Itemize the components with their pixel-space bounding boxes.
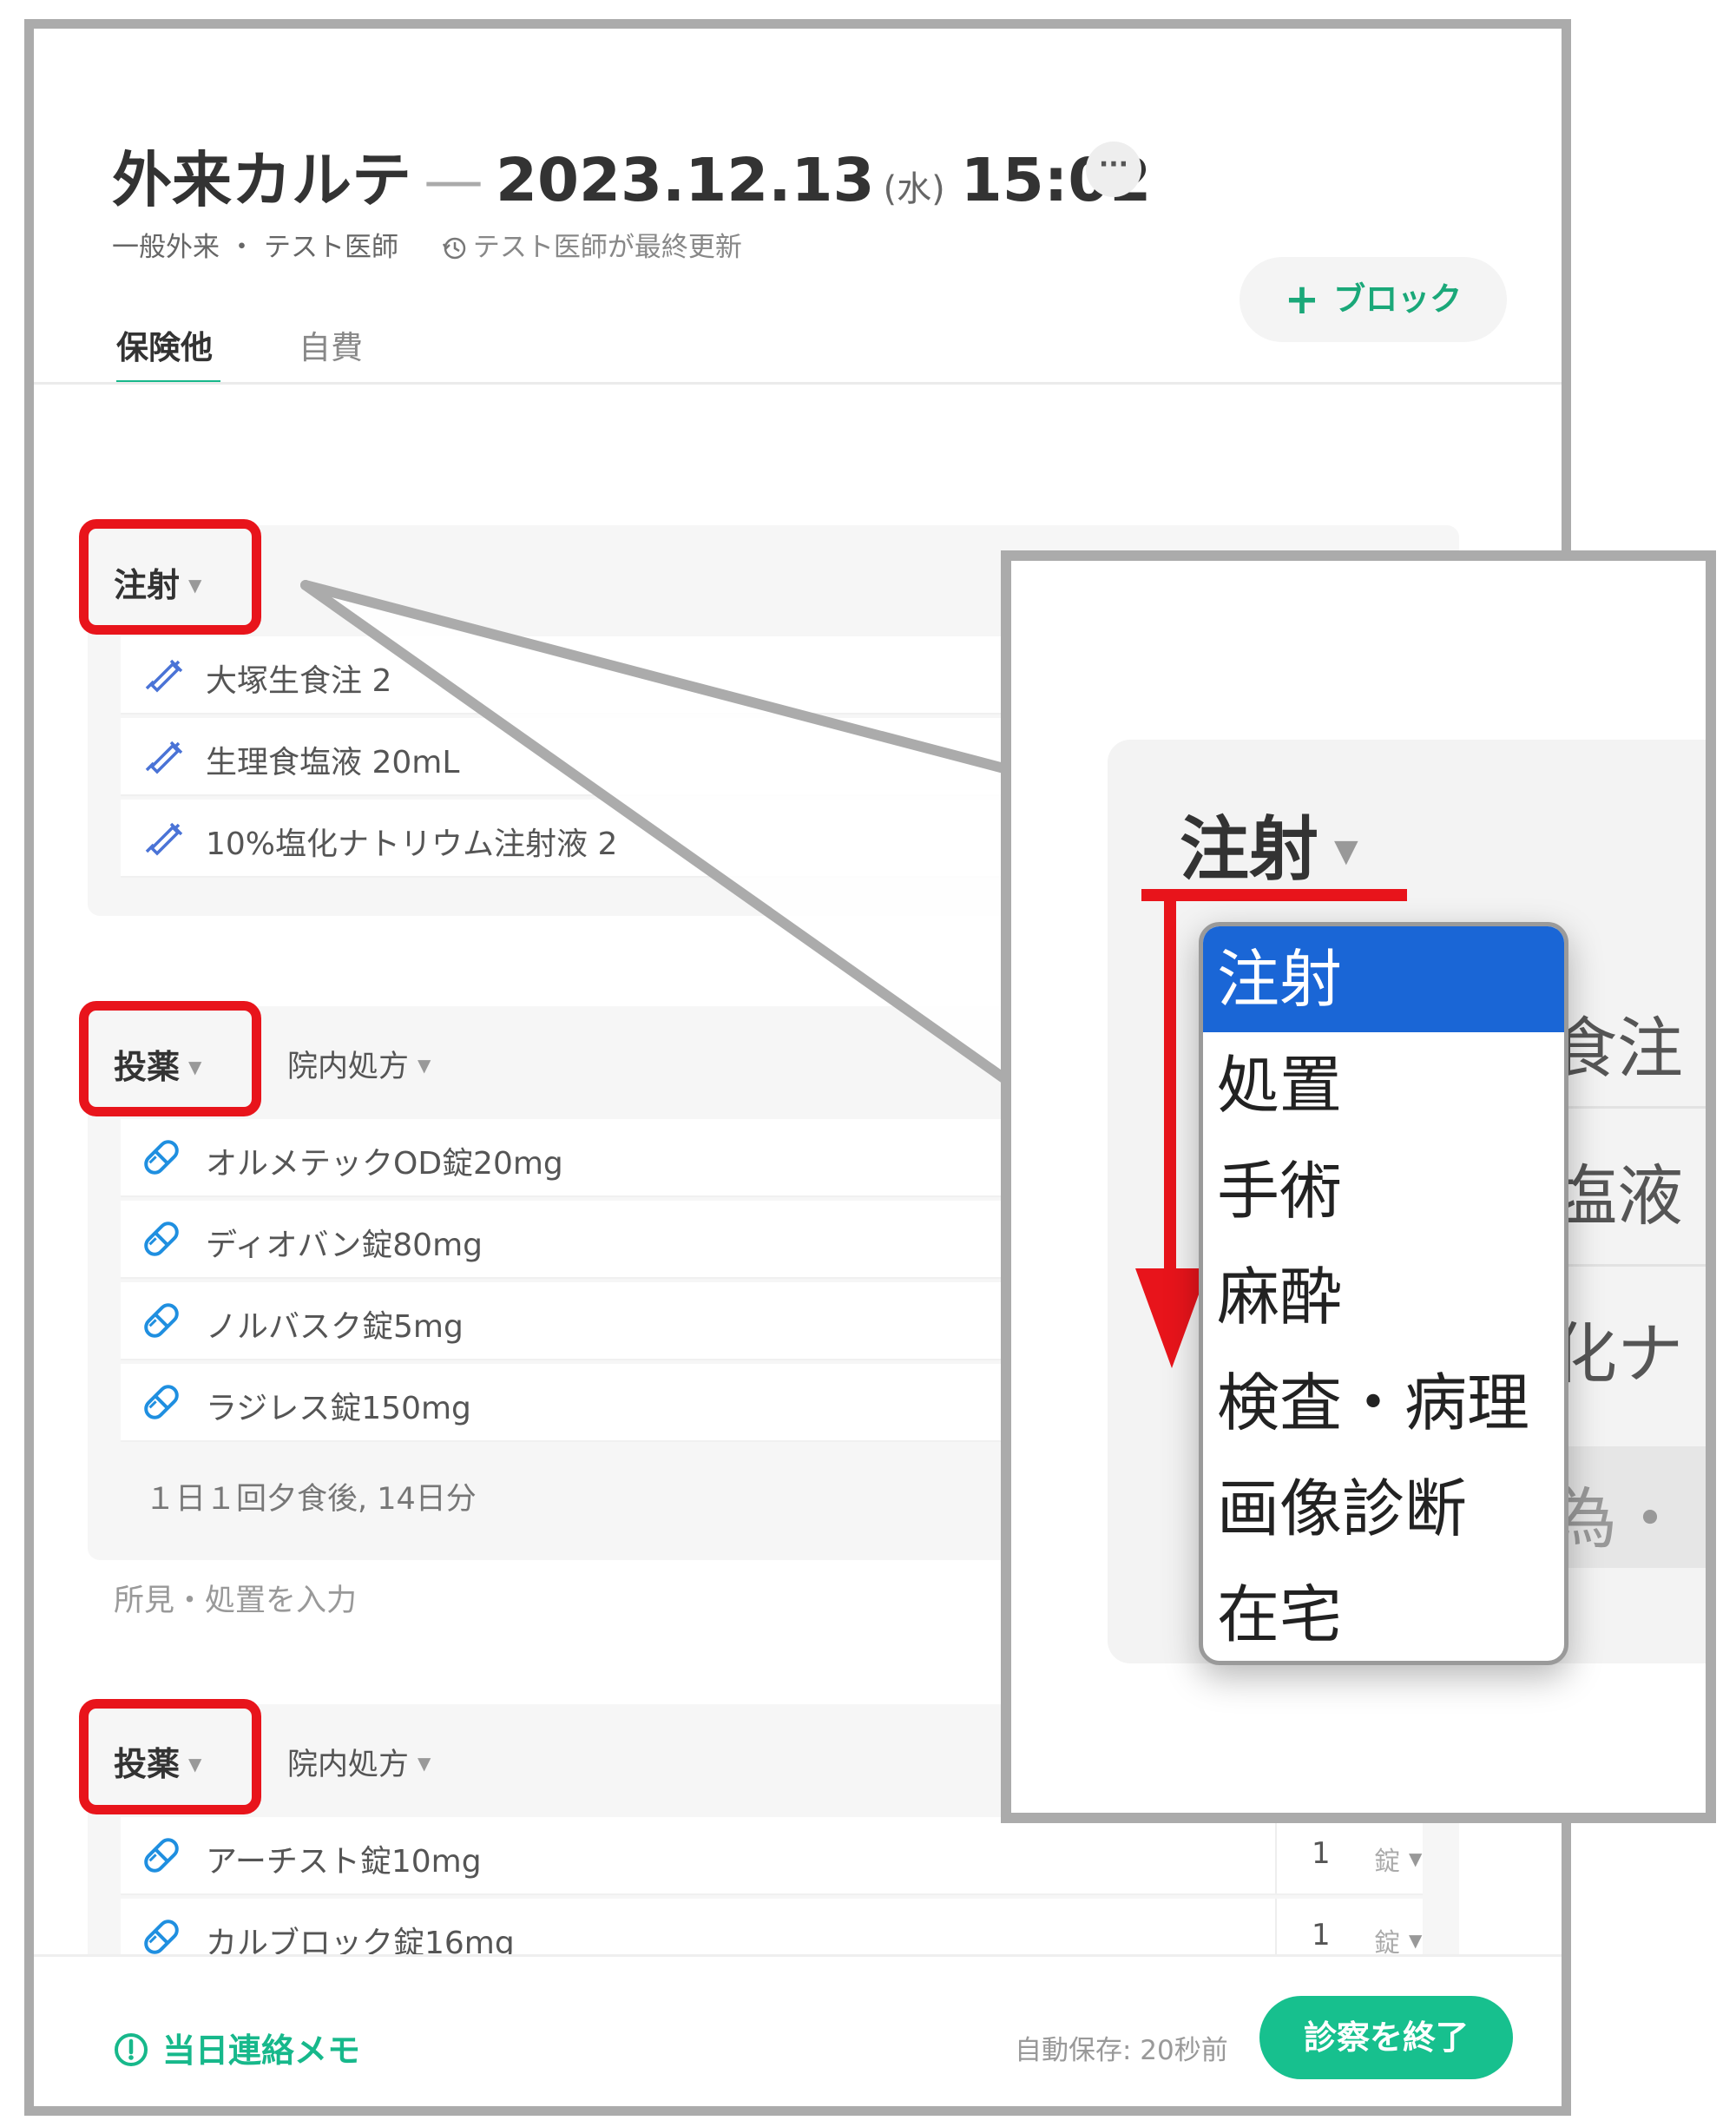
caret-down-icon: ▼ xyxy=(1334,833,1358,869)
dropdown-option[interactable]: 手術 xyxy=(1203,1138,1564,1244)
arrow-shaft xyxy=(1164,899,1176,1273)
zoom-callout: 注射 ▼ 食注 塩液 化ナ 為・ 注射 処置 手術 麻酔 検査・病理 画像診断 在… xyxy=(1001,550,1716,1823)
zoom-row-divider xyxy=(1551,1106,1706,1109)
zoom-row-text: 塩液 xyxy=(1551,1157,1683,1235)
dropdown-option[interactable]: 検査・病理 xyxy=(1203,1350,1564,1456)
dropdown-option-selected[interactable]: 注射 xyxy=(1203,926,1564,1032)
zoom-row-text: 化ナ xyxy=(1551,1315,1683,1393)
dropdown-option[interactable]: 在宅 xyxy=(1203,1562,1564,1661)
dropdown-option[interactable]: 画像診断 xyxy=(1203,1456,1564,1562)
dropdown-option[interactable]: 処置 xyxy=(1203,1032,1564,1138)
zoom-row-text: 為・ xyxy=(1551,1480,1683,1557)
arrow-down-icon xyxy=(1135,1268,1208,1368)
zoom-block-type-selector[interactable]: 注射 ▼ xyxy=(1180,794,1358,894)
dropdown-option[interactable]: 麻酔 xyxy=(1203,1244,1564,1350)
highlight-underline xyxy=(1141,889,1407,901)
zoom-row-divider xyxy=(1551,1264,1706,1267)
zoom-row-text: 食注 xyxy=(1551,1010,1683,1087)
zoom-block-type-label: 注射 xyxy=(1180,809,1318,890)
block-type-dropdown[interactable]: 注射 処置 手術 麻酔 検査・病理 画像診断 在宅 xyxy=(1199,922,1568,1665)
